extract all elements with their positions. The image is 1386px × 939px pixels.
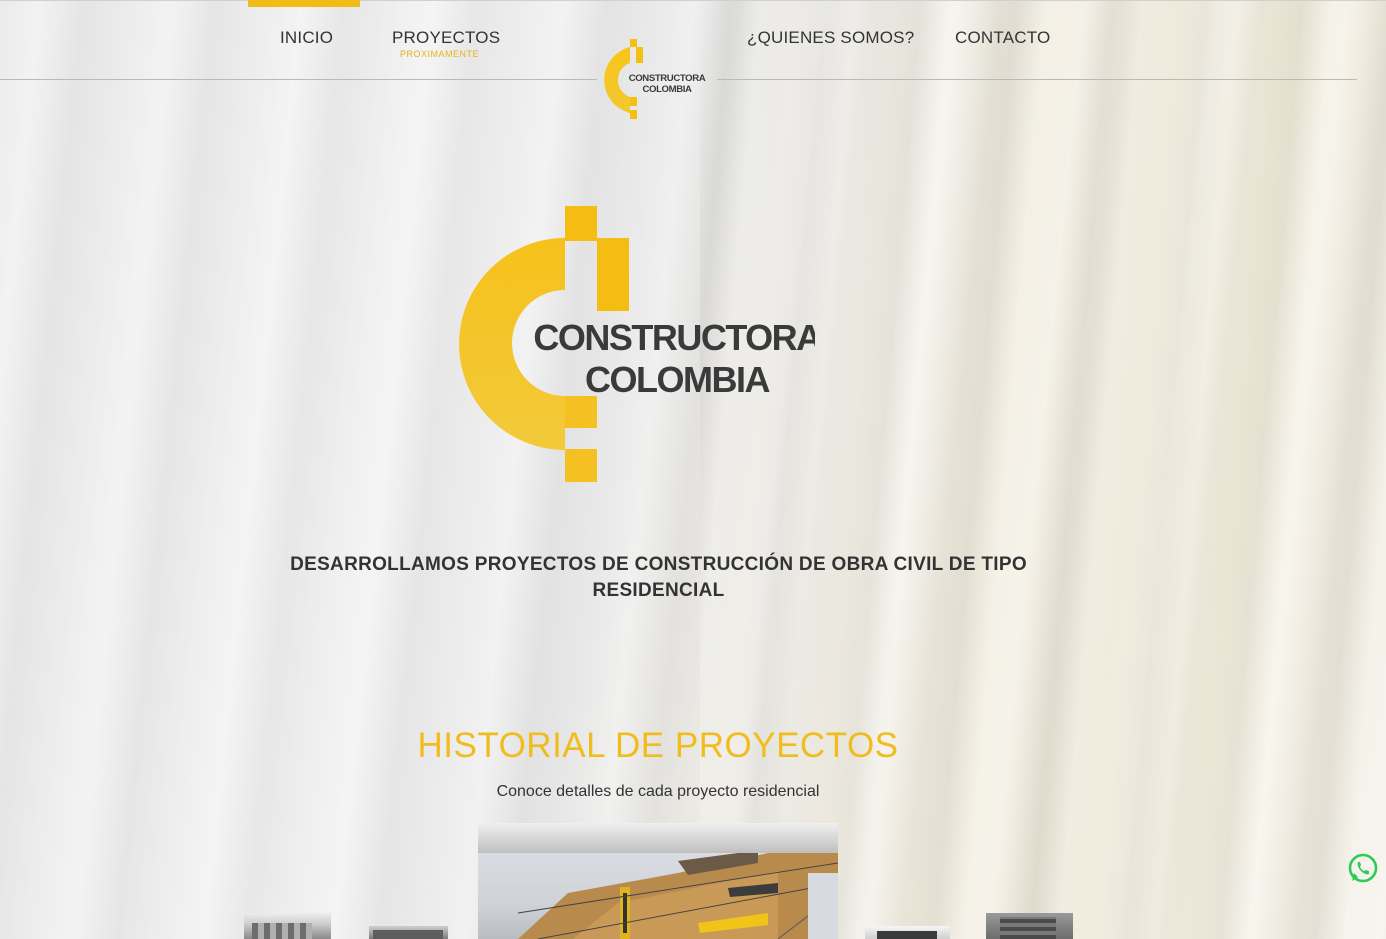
project-thumbnail[interactable] xyxy=(369,926,448,939)
nav-divider-right xyxy=(717,79,1357,80)
header-logo[interactable]: CONSTRUCTORA COLOMBIA xyxy=(598,36,716,122)
nav-item-inicio[interactable]: INICIO xyxy=(280,28,333,48)
project-thumbnail[interactable] xyxy=(865,926,950,939)
header-logo-line2: COLOMBIA xyxy=(642,84,691,95)
history-title: HISTORIAL DE PROYECTOS xyxy=(417,726,899,765)
top-navigation: INICIO PROYECTOS PROXIMAMENTE ¿QUIENES S… xyxy=(0,0,1386,119)
building-photo xyxy=(517,853,838,939)
nav-divider-left xyxy=(0,79,597,80)
nav-item-proyectos-badge: PROXIMAMENTE xyxy=(400,49,480,59)
carousel-main-shadow xyxy=(478,823,838,853)
hero-tagline: DESARROLLAMOS PROYECTOS DE CONSTRUCCIÓN … xyxy=(290,552,1027,604)
nav-item-proyectos[interactable]: PROYECTOS xyxy=(392,28,500,48)
hero-logo: CONSTRUCTORA COLOMBIA xyxy=(459,206,815,482)
history-subtitle: Conoce detalles de cada proyecto residen… xyxy=(496,783,820,800)
hero-logo-line1: CONSTRUCTORA xyxy=(533,317,815,358)
project-thumbnail[interactable] xyxy=(986,913,1073,939)
header-logo-line1: CONSTRUCTORA xyxy=(629,73,706,84)
whatsapp-icon[interactable] xyxy=(1347,852,1379,884)
carousel-main-photo[interactable] xyxy=(478,853,838,939)
hero-logo-line2: COLOMBIA xyxy=(585,359,770,400)
nav-item-quienes-somos[interactable]: ¿QUIENES SOMOS? xyxy=(747,28,914,48)
hero-tagline-line1: DESARROLLAMOS PROYECTOS DE CONSTRUCCIÓN … xyxy=(290,554,1027,575)
nav-item-contacto[interactable]: CONTACTO xyxy=(955,28,1050,48)
hero-tagline-line2: RESIDENCIAL xyxy=(592,580,725,601)
nav-top-border xyxy=(0,0,1386,1)
active-nav-indicator xyxy=(248,0,360,7)
project-thumbnail[interactable] xyxy=(244,913,331,939)
